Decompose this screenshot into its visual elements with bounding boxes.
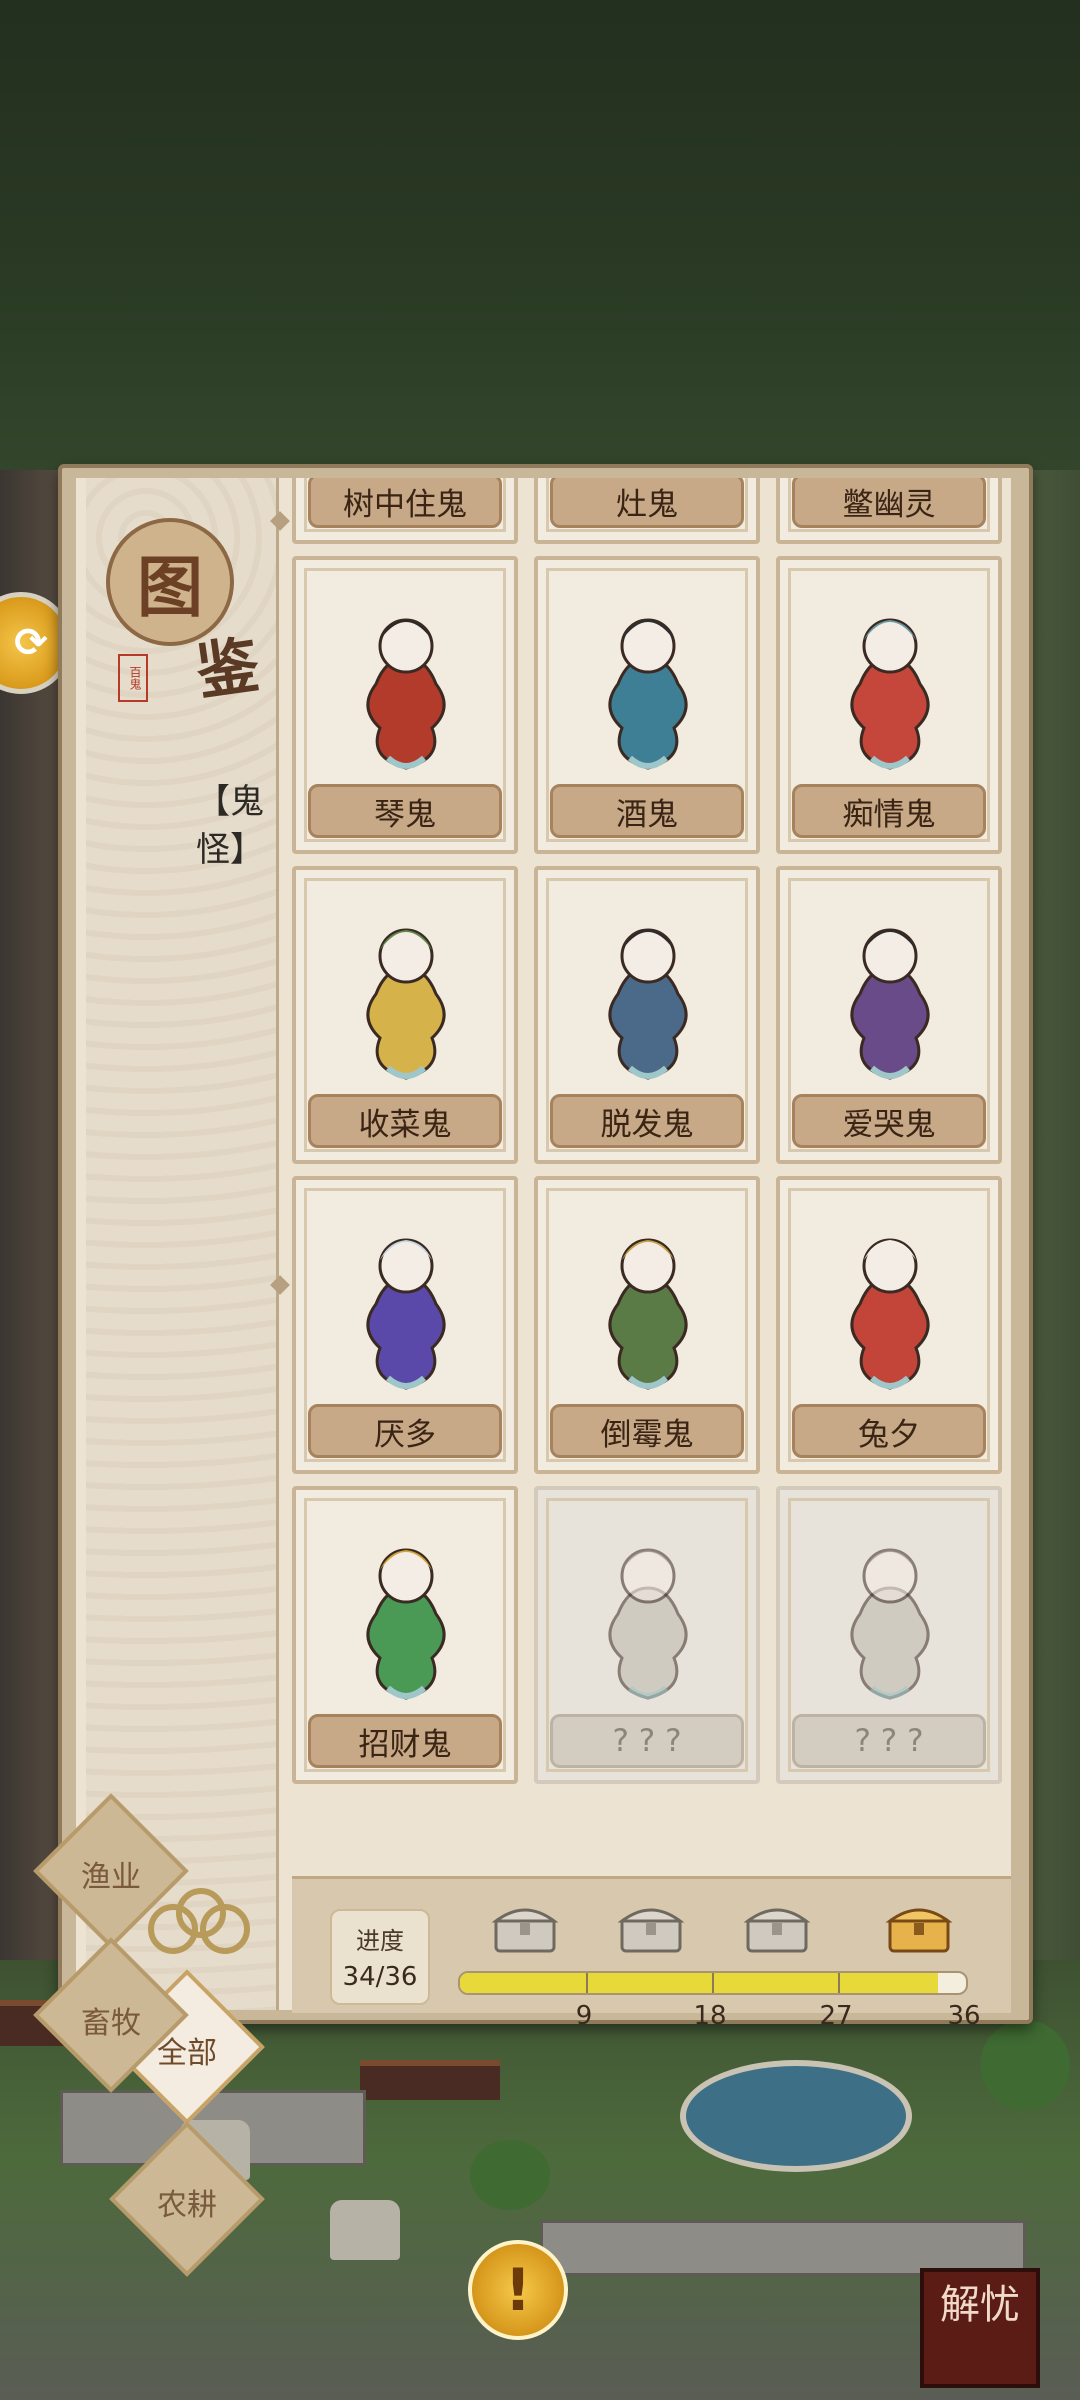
ghost-card[interactable]: 痴情鬼 bbox=[776, 556, 1002, 854]
codex-sidebar: 图 鉴 百鬼 【鬼怪】 全部 农耕 bbox=[86, 478, 279, 2277]
progress-value: 34/36 bbox=[342, 1962, 418, 1992]
lucky-knot-ornament bbox=[148, 1888, 250, 1958]
progress-label: 进度 bbox=[356, 1927, 404, 1955]
progress-fill bbox=[460, 1973, 938, 1993]
ghost-name-label: 爱哭鬼 bbox=[792, 1094, 986, 1148]
milestone-label: 18 bbox=[693, 2001, 727, 2031]
codex-seal: 百鬼 bbox=[118, 654, 148, 702]
ghost-card[interactable]: 树中住鬼 bbox=[292, 478, 518, 544]
ghost-name-label: 鳖幽灵 bbox=[792, 478, 986, 528]
progress-label-box: 进度 34/36 bbox=[330, 1909, 430, 2005]
locked-ghost-silhouette bbox=[850, 1548, 930, 1700]
ghost-portrait bbox=[366, 618, 446, 770]
ghost-portrait bbox=[366, 928, 446, 1080]
codex-panel-inner: 图 鉴 百鬼 【鬼怪】 全部 农耕 树中住鬼 灶鬼 鳖幽灵琴鬼 酒鬼 痴情鬼收菜鬼 脱发鬼… bbox=[76, 478, 1011, 2277]
ghost-portrait bbox=[608, 618, 688, 770]
milestone-label: 27 bbox=[819, 2001, 853, 2031]
progress-tick bbox=[712, 1973, 714, 1993]
scene-roof bbox=[360, 2060, 500, 2100]
game-scene-right bbox=[1030, 470, 1080, 1960]
filter-label-fishing: 渔业 bbox=[81, 1860, 141, 1895]
codex-title-char-2: 鉴 bbox=[191, 627, 264, 709]
codex-title-char-1: 图 bbox=[137, 548, 203, 626]
ghost-name-label: ? ? ? bbox=[550, 1714, 744, 1768]
ghost-name-label: 酒鬼 bbox=[550, 784, 744, 838]
filter-label-husbandry: 畜牧 bbox=[81, 2006, 141, 2041]
progress-tick bbox=[586, 1973, 588, 1993]
ghost-portrait bbox=[366, 1238, 446, 1390]
ghost-portrait bbox=[850, 928, 930, 1080]
ghost-name-label: 收菜鬼 bbox=[308, 1094, 502, 1148]
codex-panel: 图 鉴 百鬼 【鬼怪】 全部 农耕 树中住鬼 灶鬼 鳖幽灵琴鬼 酒鬼 痴情鬼收菜鬼 脱发鬼… bbox=[58, 464, 1033, 2277]
locked-ghost-silhouette bbox=[608, 1548, 688, 1700]
ghost-card-grid[interactable]: 树中住鬼 灶鬼 鳖幽灵琴鬼 酒鬼 痴情鬼收菜鬼 脱发鬼 爱哭鬼厌多 倒霉鬼 兔夕招财鬼 ? ? ?… bbox=[292, 478, 1026, 1876]
game-scene-top bbox=[0, 0, 1080, 470]
ghost-name-label: 痴情鬼 bbox=[792, 784, 986, 838]
reward-chest-icon[interactable] bbox=[616, 1897, 686, 1955]
reward-chest-icon[interactable] bbox=[742, 1897, 812, 1955]
ghost-name-label: 兔夕 bbox=[792, 1404, 986, 1458]
reward-chest-gold-icon[interactable] bbox=[884, 1897, 954, 1955]
ghost-card-locked[interactable]: ? ? ? bbox=[776, 1486, 1002, 1784]
alert-button[interactable]: ! bbox=[468, 2240, 568, 2340]
ghost-name-label: 脱发鬼 bbox=[550, 1094, 744, 1148]
ghost-card[interactable]: 招财鬼 bbox=[292, 1486, 518, 1784]
scene-stone-lion bbox=[330, 2200, 400, 2260]
ghost-card[interactable]: 脱发鬼 bbox=[534, 866, 760, 1164]
reward-chest-icon[interactable] bbox=[490, 1897, 560, 1955]
ghost-card[interactable]: 兔夕 bbox=[776, 1176, 1002, 1474]
progress-tick bbox=[838, 1973, 840, 1993]
ghost-card[interactable]: 琴鬼 bbox=[292, 556, 518, 854]
ghost-portrait bbox=[608, 1238, 688, 1390]
category-title: 【鬼怪】 bbox=[196, 782, 264, 870]
ghost-name-label: 树中住鬼 bbox=[308, 478, 502, 528]
ghost-name-label: 灶鬼 bbox=[550, 478, 744, 528]
progress-track bbox=[458, 1971, 968, 1995]
ghost-portrait bbox=[850, 1238, 930, 1390]
ghost-card[interactable]: 厌多 bbox=[292, 1176, 518, 1474]
ghost-card[interactable]: 酒鬼 bbox=[534, 556, 760, 854]
ghost-card[interactable]: 鳖幽灵 bbox=[776, 478, 1002, 544]
ghost-portrait bbox=[850, 618, 930, 770]
ghost-name-label: 招财鬼 bbox=[308, 1714, 502, 1768]
ghost-portrait bbox=[366, 1548, 446, 1700]
ghost-card[interactable]: 灶鬼 bbox=[534, 478, 760, 544]
ghost-card[interactable]: 收菜鬼 bbox=[292, 866, 518, 1164]
progress-panel: 进度 34/36 9 18 27 36 bbox=[292, 1876, 1011, 2031]
jieyou-button[interactable]: 解忧 bbox=[920, 2268, 1040, 2388]
ghost-card[interactable]: 倒霉鬼 bbox=[534, 1176, 760, 1474]
ghost-card[interactable]: 爱哭鬼 bbox=[776, 866, 1002, 1164]
ghost-card-locked[interactable]: ? ? ? bbox=[534, 1486, 760, 1784]
milestone-label: 9 bbox=[575, 2001, 593, 2031]
filter-label-farming: 农耕 bbox=[157, 2188, 217, 2223]
scene-tree bbox=[980, 2020, 1070, 2110]
milestone-label: 36 bbox=[947, 2001, 981, 2031]
scene-pond bbox=[680, 2060, 912, 2172]
ghost-name-label: 厌多 bbox=[308, 1404, 502, 1458]
scene-tree bbox=[470, 2140, 550, 2210]
ghost-name-label: 倒霉鬼 bbox=[550, 1404, 744, 1458]
ghost-name-label: ? ? ? bbox=[792, 1714, 986, 1768]
ghost-name-label: 琴鬼 bbox=[308, 784, 502, 838]
ghost-portrait bbox=[608, 928, 688, 1080]
